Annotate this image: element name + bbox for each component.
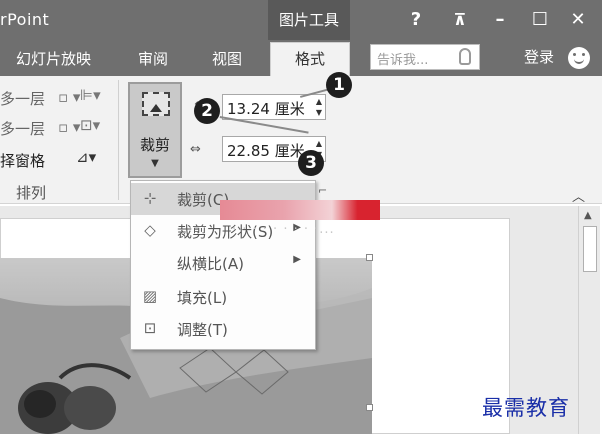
ribbon-display-options-button[interactable]: ⊼ <box>446 8 474 32</box>
resize-handle[interactable] <box>366 254 373 261</box>
height-spinbox[interactable]: 13.24 厘米 ▲ ▼ <box>222 94 326 120</box>
width-icon: ⇔ <box>190 142 201 157</box>
menu-item-label: 调整(T) <box>177 321 228 339</box>
spin-up-icon[interactable]: ▲ <box>316 139 322 149</box>
width-value: 22.85 厘米 <box>227 142 305 160</box>
rotate-icon[interactable]: ⊿▾ <box>76 148 96 166</box>
redaction-bar <box>220 200 380 220</box>
picture-tools-label: 图片工具 <box>268 0 350 40</box>
scroll-thumb[interactable] <box>583 226 597 272</box>
vertical-scrollbar[interactable]: ▲ <box>578 206 600 434</box>
align-icon[interactable]: ⊫▾ <box>80 86 101 104</box>
size-dialog-launcher-icon[interactable]: ⌐ <box>318 184 327 197</box>
minimize-button[interactable]: – <box>486 8 514 32</box>
tab-view[interactable]: 视图 <box>212 48 242 69</box>
fit-icon: ⊡ <box>143 319 157 337</box>
spin-down-icon[interactable]: ▼ <box>316 108 322 118</box>
help-button[interactable]: ? <box>402 8 430 32</box>
tell-me-placeholder: 告诉我... <box>377 53 429 68</box>
menu-item-aspect-ratio[interactable]: 纵横比(A) ▶ <box>131 247 315 279</box>
bring-forward-button[interactable]: 多一层 <box>0 88 45 109</box>
scroll-up-icon[interactable]: ▲ <box>584 210 592 221</box>
group-separator <box>118 80 119 200</box>
feedback-smiley-icon[interactable] <box>568 47 590 69</box>
menu-item-fit[interactable]: ⊡ 调整(T) <box>131 313 315 345</box>
submenu-arrow-icon: ▶ <box>293 254 301 265</box>
chevron-down-icon: ▼ <box>151 158 159 169</box>
selection-pane-button[interactable]: 择窗格 <box>0 150 45 171</box>
collapse-ribbon-icon[interactable]: ︿ <box>572 186 585 205</box>
close-button[interactable]: ✕ <box>564 8 592 32</box>
send-backward-dropdown-icon[interactable]: ▫ ▾ <box>58 118 80 136</box>
title-bar: rPoint 图片工具 ? ⊼ – ☐ ✕ <box>0 0 602 40</box>
resize-handle[interactable] <box>366 404 373 411</box>
crop-picture-icon <box>142 92 170 116</box>
menu-item-label: 纵横比(A) <box>177 255 244 273</box>
tell-me-search-box[interactable]: 告诉我... <box>370 44 480 70</box>
lightbulb-icon <box>459 48 471 65</box>
callout-badge: 2 <box>194 98 220 124</box>
menu-item-label: 填充(L) <box>177 289 228 307</box>
crop-to-shape-icon: ◇ <box>144 221 156 239</box>
arrange-group-label: 排列 <box>16 184 47 202</box>
callout-badge: 3 <box>298 150 324 176</box>
tab-slideshow[interactable]: 幻灯片放映 <box>16 48 91 69</box>
maximize-button[interactable]: ☐ <box>526 8 554 32</box>
height-value: 13.24 厘米 <box>227 100 305 118</box>
callout-badge: 1 <box>326 72 352 98</box>
send-backward-button[interactable]: 多一层 <box>0 118 45 139</box>
crop-button[interactable]: 裁剪 ▼ <box>128 82 182 178</box>
fill-icon: ▨ <box>142 287 158 305</box>
watermark-text: 最需教育 <box>482 396 570 420</box>
tab-review[interactable]: 审阅 <box>138 48 168 69</box>
sign-in-link[interactable]: 登录 <box>524 46 554 67</box>
bring-forward-dropdown-icon[interactable]: ▫ ▾ <box>58 88 80 106</box>
app-title: rPoint <box>0 10 50 29</box>
crop-icon: ⊹ <box>143 189 157 207</box>
crop-button-label: 裁剪 <box>139 136 170 154</box>
group-objects-icon[interactable]: ⊡▾ <box>80 116 100 134</box>
spin-up-icon[interactable]: ▲ <box>316 97 322 107</box>
menu-item-fill[interactable]: ▨ 填充(L) <box>131 281 315 313</box>
blurred-text: · · · · · · · · ·... <box>232 222 335 237</box>
tab-format[interactable]: 格式 <box>270 42 350 76</box>
